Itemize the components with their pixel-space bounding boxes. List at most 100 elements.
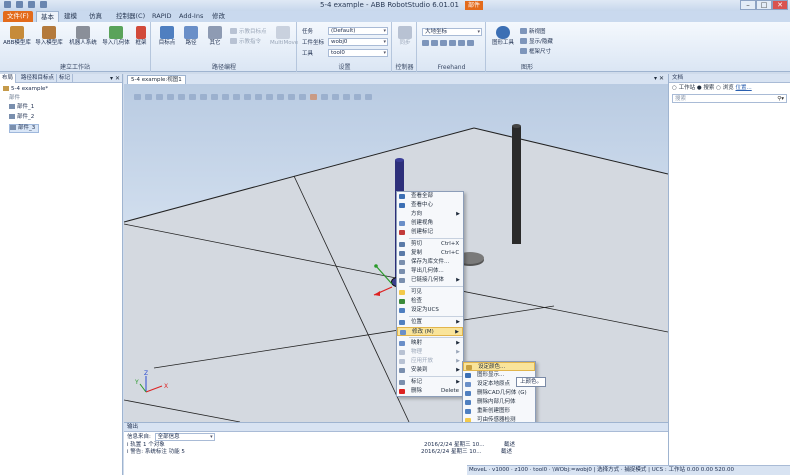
tool-combo[interactable]: tool0: [328, 49, 388, 57]
customize-icon[interactable]: [40, 1, 47, 8]
tab-modify[interactable]: 修改: [208, 11, 229, 22]
menu-shortcut: Delete: [441, 388, 460, 394]
multi-robot-jog-icon[interactable]: [467, 40, 474, 46]
context-menu-item[interactable]: 保存为库文件...: [397, 258, 463, 267]
context-menu-item[interactable]: 标记 ▶: [397, 378, 463, 387]
tree-item-part-selected[interactable]: 部件_3: [9, 124, 40, 133]
import-geometry-button[interactable]: 导入几何体: [101, 26, 131, 47]
submenu-arrow-icon: ▶: [456, 277, 460, 283]
submenu-arrow-icon: ▶: [456, 379, 460, 385]
multimove-button[interactable]: MultiMove: [270, 26, 298, 47]
wobj-combo[interactable]: wobj0: [328, 38, 388, 46]
geometry-icon: [109, 26, 123, 39]
show-hide-button[interactable]: 显示/隐藏: [520, 37, 553, 45]
tree-item-part[interactable]: 部件_1: [9, 104, 34, 111]
submenu-item[interactable]: 删除CAD几何体 (G): [463, 389, 535, 398]
tab-file[interactable]: 文件(F): [3, 11, 33, 22]
frame-size-button[interactable]: 框架尺寸: [520, 47, 551, 55]
submenu-item[interactable]: 重新创建图形: [463, 407, 535, 416]
context-menu-item[interactable]: 可见: [397, 288, 463, 297]
submenu-item-icon: [465, 400, 471, 405]
search-icon[interactable]: ⚲▾: [777, 95, 784, 103]
jog-joint-icon[interactable]: [440, 40, 447, 46]
teach-instruction-button[interactable]: 示教指令: [230, 37, 261, 45]
tab-basic[interactable]: 基本: [36, 11, 59, 22]
tab-addins[interactable]: Add-Ins: [175, 11, 207, 22]
viewport-tab[interactable]: 5-4 example:视图1: [127, 75, 186, 84]
radio-search[interactable]: ● 搜索: [697, 85, 715, 91]
viewport-close-icon[interactable]: ▾ ✕: [654, 74, 664, 84]
menu-item-icon: [400, 330, 406, 335]
filter-combo[interactable]: 全部信息: [154, 433, 215, 441]
tab-tags[interactable]: 标记: [57, 74, 74, 83]
other-button[interactable]: 其它: [203, 26, 227, 47]
import-library-button[interactable]: 导入模型库: [33, 26, 65, 47]
robot-system-button[interactable]: 机器人系统: [67, 26, 99, 47]
status-bar: MoveL · v1000 · z100 · tool0 · \WObj:=wo…: [467, 465, 790, 475]
sync-button[interactable]: 同步: [393, 26, 417, 47]
radio-browse[interactable]: ○ 浏览: [716, 85, 734, 91]
context-menu-item[interactable]: 物理 ▶: [397, 348, 463, 357]
axis-z-label: Z: [144, 370, 148, 377]
context-menu-item[interactable]: 创建标记: [397, 228, 463, 237]
context-menu-item[interactable]: 安装到 ▶: [397, 366, 463, 375]
tab-paths-targets[interactable]: 路径和目标点: [19, 74, 58, 83]
tree-section-parts[interactable]: 部件: [9, 95, 20, 102]
tree-root[interactable]: 5-4 example*: [3, 86, 48, 93]
submenu-item[interactable]: 设定颜色...: [463, 362, 535, 371]
location-link[interactable]: 位置...: [735, 85, 751, 91]
tab-simulation[interactable]: 仿真: [85, 11, 106, 22]
tooltip: 上颜色。: [516, 377, 547, 387]
new-view-button[interactable]: 新视图: [520, 27, 546, 35]
menu-item-label: 创建标记: [411, 229, 434, 235]
tab-controller[interactable]: 控制器(C): [112, 11, 149, 22]
graphics-tools-button[interactable]: 图形工具: [489, 26, 517, 47]
abb-library-button[interactable]: ABB模型库: [2, 26, 32, 47]
context-menu-item[interactable]: 导出几何体...: [397, 267, 463, 276]
context-menu-item[interactable]: 创建视角: [397, 219, 463, 228]
jog-linear-icon[interactable]: [449, 40, 456, 46]
context-menu-item[interactable]: 删除 Delete: [397, 387, 463, 396]
undo-icon[interactable]: [16, 1, 23, 8]
gizmo-y-handle[interactable]: [374, 264, 378, 268]
tab-layout[interactable]: 布局: [0, 74, 17, 83]
context-menu-item[interactable]: 修改 (M) ▶: [397, 327, 463, 336]
context-menu-item[interactable]: 复制 Ctrl+C: [397, 249, 463, 258]
quick-access-toolbar: [4, 1, 47, 8]
close-button[interactable]: ✕: [772, 0, 788, 10]
output-row[interactable]: i 轨置 1 个对象 2016/2/24 星期三 10... 截述: [124, 442, 668, 449]
coord-system-combo[interactable]: 大地坐标: [422, 28, 482, 36]
context-menu-item[interactable]: 剪切 Ctrl+X: [397, 240, 463, 249]
context-menu-item[interactable]: 已链接几何体 ▶: [397, 276, 463, 285]
rotate-icon[interactable]: [431, 40, 438, 46]
documents-search-input[interactable]: 搜索 ⚲▾: [672, 94, 787, 103]
panel-close-icon[interactable]: ▾ ✕: [110, 74, 120, 83]
frame-button[interactable]: 框架: [132, 26, 150, 47]
context-menu-item[interactable]: 查看全部: [397, 192, 463, 201]
path-button[interactable]: 路径: [179, 26, 203, 47]
context-menu-item[interactable]: 应用开放 ▶: [397, 357, 463, 366]
teach-target-button[interactable]: 示教目标点: [230, 27, 267, 35]
eye-icon: [496, 26, 510, 39]
minimize-button[interactable]: –: [740, 0, 756, 10]
submenu-item[interactable]: 删除内部几何体: [463, 398, 535, 407]
context-menu-item[interactable]: 设定为UCS: [397, 306, 463, 315]
save-icon[interactable]: [4, 1, 11, 8]
radio-workstation[interactable]: ○ 工作站: [672, 85, 695, 91]
task-combo[interactable]: (Default): [328, 27, 388, 35]
context-menu-item[interactable]: 检查: [397, 297, 463, 306]
tab-modeling[interactable]: 建模: [60, 11, 81, 22]
context-menu-item[interactable]: 位置 ▶: [397, 318, 463, 327]
output-row[interactable]: i 警告: 系统标注 功能 5 2016/2/24 星期三 10... 截述: [124, 449, 668, 456]
maximize-button[interactable]: □: [756, 0, 772, 10]
target-button[interactable]: 目标点: [155, 26, 179, 47]
context-menu-item[interactable]: 映射 ▶: [397, 339, 463, 348]
tree-item-part[interactable]: 部件_2: [9, 114, 34, 121]
context-menu-item[interactable]: 查看中心: [397, 201, 463, 210]
context-menu-item[interactable]: 方向 ▶: [397, 210, 463, 219]
redo-icon[interactable]: [28, 1, 35, 8]
move-icon[interactable]: [422, 40, 429, 46]
part-icon: [9, 114, 15, 119]
tab-rapid[interactable]: RAPID: [148, 11, 176, 22]
jog-reorient-icon[interactable]: [458, 40, 465, 46]
